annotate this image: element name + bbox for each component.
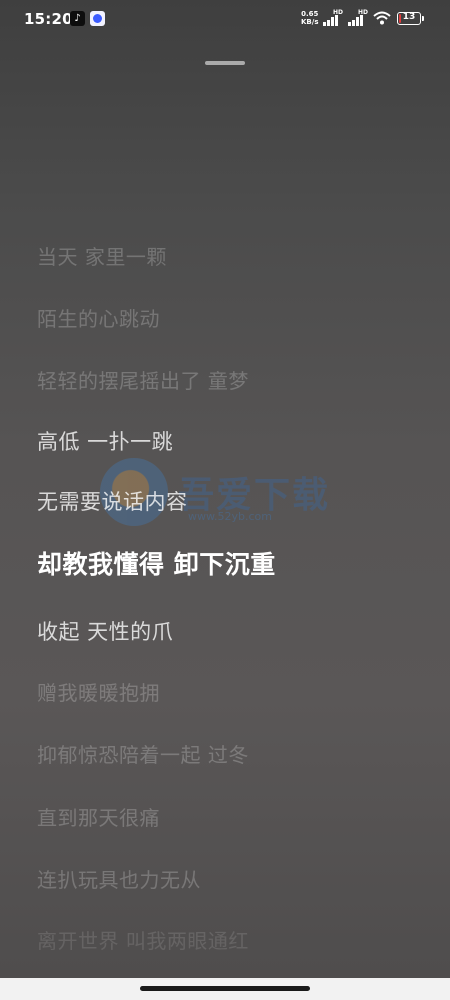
battery-icon: 13 — [397, 12, 421, 25]
sheet-drag-handle[interactable] — [205, 61, 245, 65]
lyric-line[interactable]: 轻轻的摆尾摇出了 童梦 — [37, 365, 249, 394]
lyric-line[interactable]: 无需要说话内容 — [37, 486, 188, 516]
network-speed: 0.65 KB/s — [301, 10, 319, 26]
lyric-line[interactable]: 连扒玩具也力无从 — [37, 864, 201, 893]
wifi-icon — [373, 11, 391, 25]
status-bar: 15:20 ♪ 0.65 KB/s HD HD 13 — [0, 0, 450, 40]
lyric-line[interactable]: 当天 家里一颗 — [37, 241, 167, 270]
lyric-line-active[interactable]: 却教我懂得 卸下沉重 — [37, 545, 276, 581]
signal-icon: HD — [348, 9, 368, 26]
clock: 15:20 — [24, 10, 73, 28]
lyric-line[interactable]: 高低 一扑一跳 — [37, 426, 173, 456]
lyric-line[interactable]: 离开世界 叫我两眼通红 — [37, 925, 249, 954]
lyric-line[interactable]: 直到那天很痛 — [37, 802, 160, 831]
signal-icon: HD — [323, 9, 343, 26]
battery-tip — [422, 16, 424, 21]
watermark-url: www.52yb.com — [188, 510, 272, 523]
lyric-line[interactable]: 收起 天性的爪 — [37, 616, 173, 646]
lyric-line[interactable]: 抑郁惊恐陪着一起 过冬 — [37, 739, 249, 768]
lyric-line[interactable]: 赠我暖暖抱拥 — [37, 677, 160, 706]
tiktok-icon: ♪ — [70, 11, 85, 26]
home-indicator[interactable] — [140, 986, 310, 991]
app-notification-icon — [90, 11, 105, 26]
lyric-line[interactable]: 陌生的心跳动 — [37, 303, 160, 332]
watermark-brand: 吾爱下载 — [178, 475, 331, 516]
